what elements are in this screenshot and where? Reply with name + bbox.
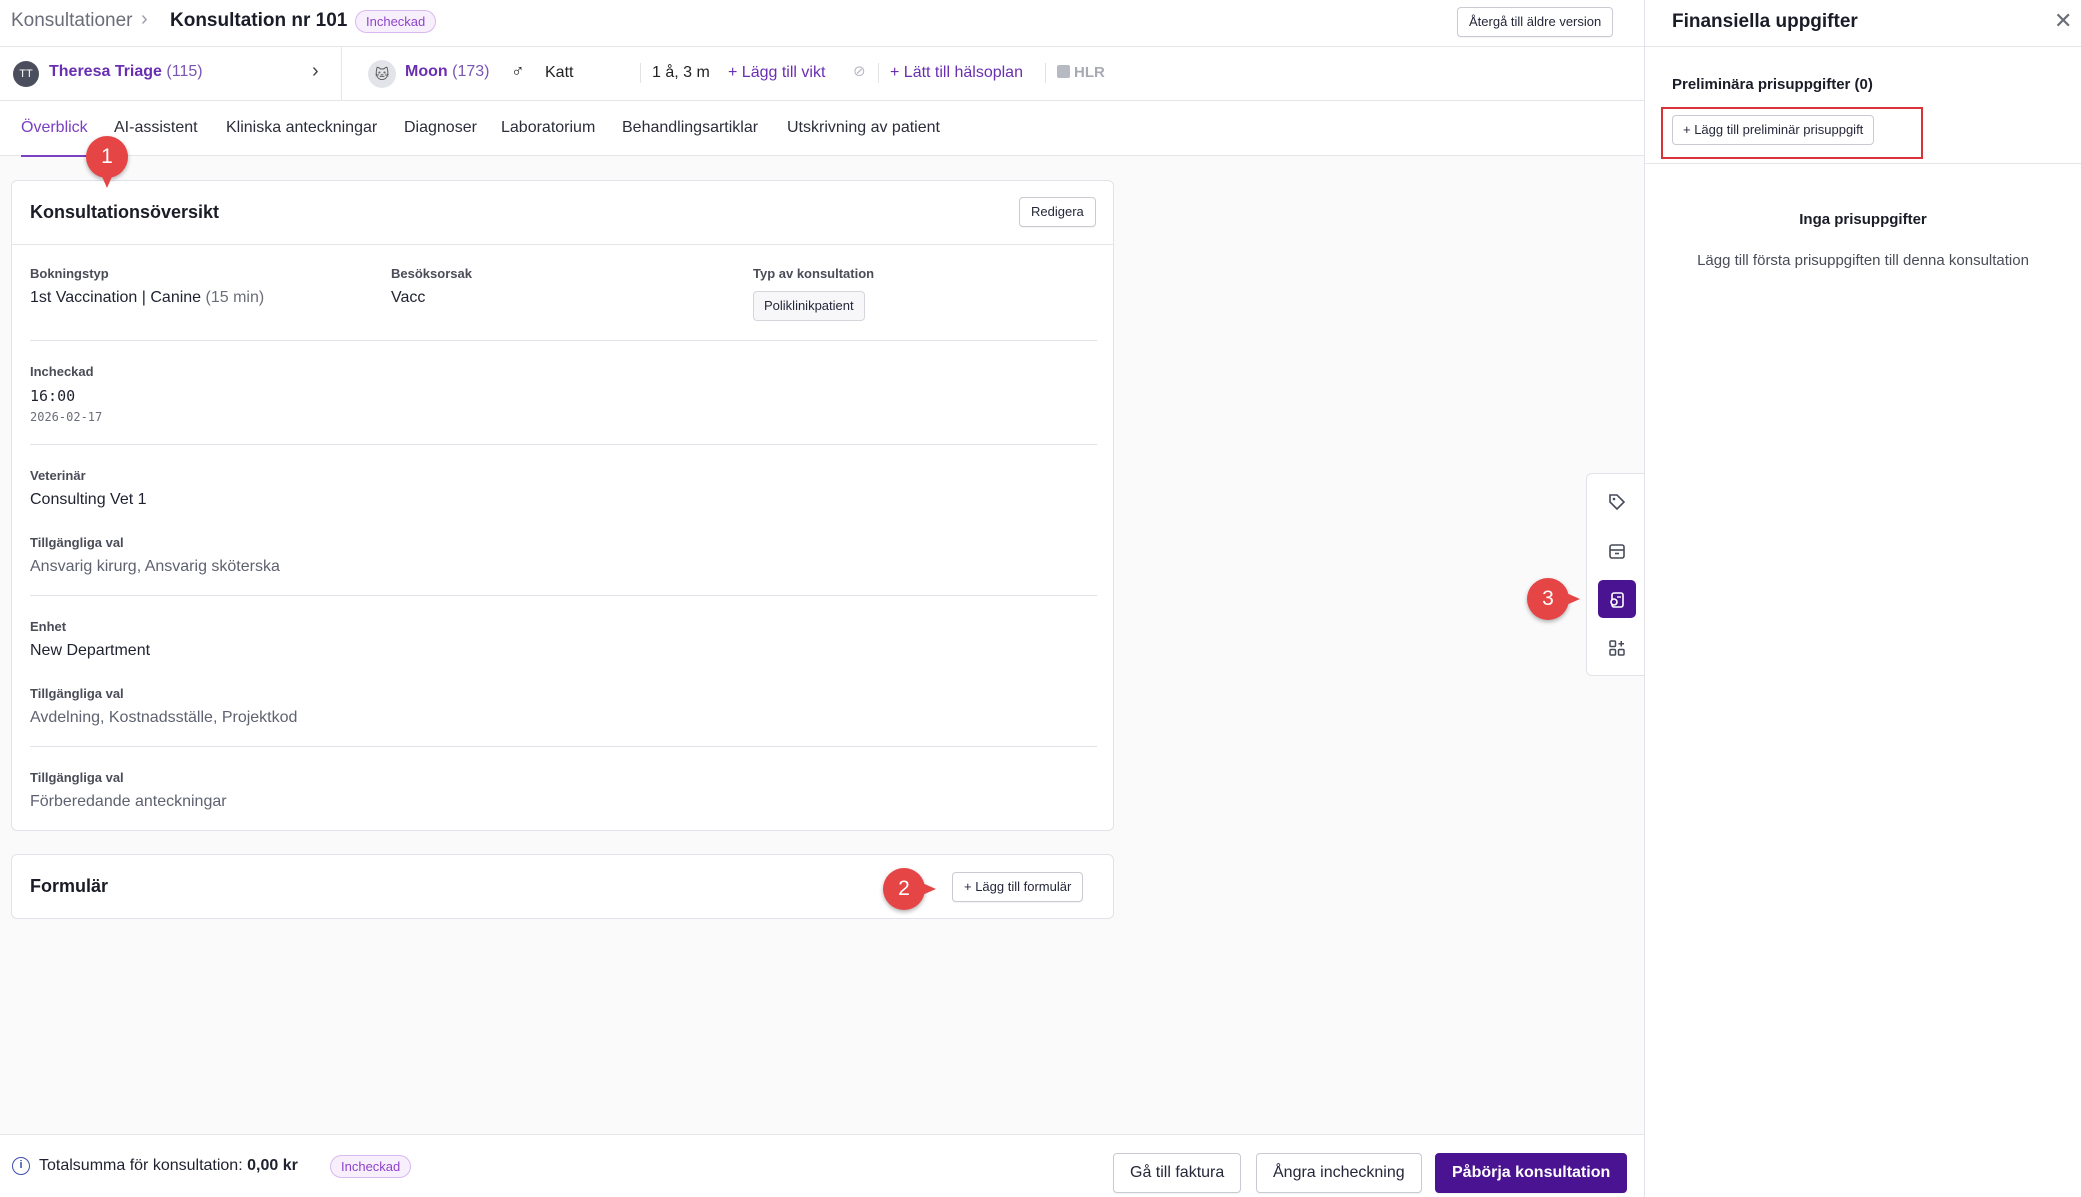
patient-bar: TT Theresa Triage (115) › 🐱 Moon (173) ♂… (0, 47, 1644, 101)
undo-checkin-button[interactable]: Ångra incheckning (1256, 1153, 1422, 1193)
booking-duration: (15 min) (205, 289, 265, 306)
total-summary: Totalsumma för konsultation: 0,00 kr (39, 1157, 298, 1175)
panel-title: Finansiella uppgifter (1672, 11, 1858, 32)
status-badge: Incheckad (330, 1155, 412, 1178)
add-preliminary-price-button[interactable]: + Lägg till preliminär prisuppgift (1672, 115, 1875, 145)
page-title: Konsultation nr 101 (170, 10, 348, 31)
booking-type-text: 1st Vaccination | Canine (30, 289, 202, 306)
total-label: Totalsumma för konsultation: (39, 1157, 243, 1174)
step-callout-3: 3 (1527, 578, 1580, 620)
tab-overview[interactable]: Överblick (21, 119, 88, 157)
panel-header: Finansiella uppgifter ✕ (1645, 0, 2081, 47)
go-to-invoice-button[interactable]: Gå till faktura (1113, 1153, 1242, 1193)
divider (878, 63, 879, 83)
financial-panel: Finansiella uppgifter ✕ Preliminära pris… (1644, 0, 2081, 1197)
consult-type-tag: Poliklinikpatient (753, 291, 865, 321)
card-title: Formulär (30, 876, 109, 896)
consult-type-label: Typ av konsultation (753, 266, 875, 281)
owner-name[interactable]: Theresa Triage (115) (49, 63, 203, 81)
calendar-box-icon-svg (1609, 544, 1625, 560)
close-icon[interactable]: ✕ (2054, 8, 2072, 34)
consultation-overview-card: Konsultationsöversikt Redigera Bokningst… (11, 180, 1114, 831)
top-bar: Konsultationer › Konsultation nr 101 Inc… (0, 0, 1644, 47)
start-consultation-button[interactable]: Påbörja konsultation (1435, 1153, 1628, 1193)
divider (30, 340, 1097, 341)
tab-clinical-notes[interactable]: Kliniska anteckningar (226, 119, 377, 155)
divider (30, 444, 1097, 445)
step-callout-2: 2 (883, 868, 936, 910)
neutered-icon: ⊘ (853, 63, 866, 80)
hlr-label: HLR (1074, 64, 1105, 81)
tab-laboratory[interactable]: Laboratorium (501, 119, 595, 155)
pet-name-text: Moon (405, 63, 448, 80)
widgets-icon[interactable] (1598, 628, 1636, 666)
divider (30, 595, 1097, 596)
vet-options-label: Tillgängliga val (30, 535, 124, 550)
unit-value: New Department (30, 642, 151, 659)
unit-options-label: Tillgängliga val (30, 686, 124, 701)
pet-id: (173) (452, 63, 490, 80)
divider (30, 746, 1097, 747)
calendar-box-icon[interactable] (1598, 531, 1636, 569)
checked-in-time: 16:00 (30, 387, 76, 405)
add-weight-link[interactable]: + Lägg till vikt (728, 64, 825, 82)
notes-options-label: Tillgängliga val (30, 770, 124, 785)
tab-diagnoses[interactable]: Diagnoser (404, 119, 477, 155)
tab-patient-discharge[interactable]: Utskrivning av patient (787, 119, 940, 155)
card-title: Konsultationsöversikt (30, 202, 220, 222)
male-icon: ♂ (511, 61, 525, 81)
info-icon: i (12, 1157, 30, 1175)
booking-type-value: 1st Vaccination | Canine (15 min) (30, 289, 264, 307)
chevron-right-icon: › (141, 8, 148, 30)
step-callout-1: 1 (86, 136, 128, 188)
tag-icon-svg (1609, 494, 1626, 511)
hlr-icon (1057, 65, 1070, 78)
owner-id: (115) (166, 63, 203, 80)
tag-icon[interactable] (1598, 482, 1636, 520)
status-badge: Incheckad (355, 10, 437, 33)
bottom-bar: i Totalsumma för konsultation: 0,00 kr I… (0, 1134, 1644, 1197)
checked-in-date: 2026-02-17 (30, 410, 103, 424)
finance-icon[interactable] (1598, 580, 1636, 618)
chevron-right-icon[interactable]: › (312, 60, 319, 83)
breadcrumb-consultations[interactable]: Konsultationer (11, 10, 132, 32)
total-amount: 0,00 kr (247, 1157, 298, 1174)
cat-icon: 🐱 (368, 60, 396, 88)
visit-reason-label: Besöksorsak (391, 266, 472, 281)
card-header: Konsultationsöversikt Redigera (12, 181, 1113, 245)
tab-treatment-items[interactable]: Behandlingsartiklar (622, 119, 758, 155)
main-area: Konsultationer › Konsultation nr 101 Inc… (0, 0, 1644, 1197)
tab-bar: Överblick AI-assistent Kliniska anteckni… (0, 101, 1644, 157)
vet-options-value: Ansvarig kirurg, Ansvarig sköterska (30, 558, 280, 575)
owner-selector[interactable]: TT Theresa Triage (115) › (0, 47, 342, 100)
older-version-button[interactable]: Återgå till äldre version (1457, 7, 1614, 37)
notes-options-value: Förberedande anteckningar (30, 793, 227, 810)
edit-button[interactable]: Redigera (1019, 197, 1096, 227)
add-form-button[interactable]: + Lägg till formulär (952, 872, 1084, 902)
vet-label: Veterinär (30, 468, 86, 483)
hlr-indicator: HLR (1057, 64, 1105, 81)
unit-options-value: Avdelning, Kostnadsställe, Projektkod (30, 709, 298, 726)
empty-state-text: Lägg till första prisuppgiften till denn… (1697, 252, 2029, 269)
divider (1645, 163, 2081, 164)
avatar: TT (13, 61, 39, 87)
preliminary-price-title: Preliminära prisuppgifter (0) (1672, 76, 1873, 93)
booking-type-label: Bokningstyp (30, 266, 109, 281)
pet-name[interactable]: Moon (173) (405, 63, 489, 81)
unit-label: Enhet (30, 619, 67, 634)
finance-icon-svg (1610, 592, 1624, 609)
checked-in-label: Incheckad (30, 364, 94, 379)
widgets-icon-svg (1609, 640, 1625, 656)
add-healthplan-link[interactable]: + Lätt till hälsoplan (890, 64, 1023, 82)
owner-name-text: Theresa Triage (49, 63, 162, 80)
empty-state-title: Inga prisuppgifter (1799, 211, 1927, 228)
vet-value: Consulting Vet 1 (30, 491, 147, 508)
forms-card: Formulär + Lägg till formulär (11, 854, 1114, 919)
divider (1045, 63, 1046, 83)
pet-age: 1 å, 3 m (652, 64, 710, 81)
divider (640, 63, 641, 83)
visit-reason-value: Vacc (391, 289, 426, 306)
pet-species: Katt (545, 64, 574, 81)
side-toolstrip (1586, 473, 1644, 676)
